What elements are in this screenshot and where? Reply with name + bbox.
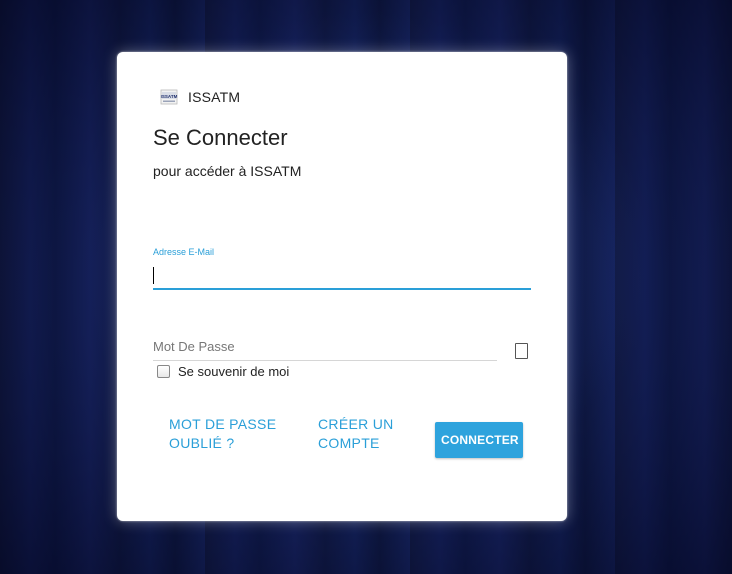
brand-name: ISSATM: [188, 89, 241, 105]
password-field[interactable]: [153, 332, 497, 361]
email-field[interactable]: [153, 262, 531, 290]
remember-me[interactable]: Se souvenir de moi: [157, 364, 289, 379]
login-card: ISSATM ISSATM Se Connecter pour accéder …: [117, 52, 567, 521]
logo-text: ISSATM: [161, 94, 178, 99]
page-title: Se Connecter: [153, 125, 288, 150]
text-cursor: [153, 267, 154, 284]
page-subtitle: pour accéder à ISSATM: [153, 163, 302, 179]
email-field-group: Adresse E-Mail: [153, 247, 531, 290]
forgot-password-link[interactable]: MOT DE PASSE OUBLIÉ ?: [169, 415, 287, 453]
password-field-group: [153, 332, 497, 361]
brand-header: ISSATM ISSATM: [160, 88, 240, 106]
email-label: Adresse E-Mail: [153, 247, 215, 257]
remember-me-label: Se souvenir de moi: [178, 364, 290, 379]
create-account-link[interactable]: CRÉER UN COMPTE: [318, 415, 408, 453]
issatm-logo-icon: ISSATM: [160, 89, 178, 105]
show-password-icon[interactable]: [515, 343, 528, 359]
remember-me-checkbox[interactable]: [157, 365, 170, 378]
connect-button[interactable]: CONNECTER: [435, 422, 523, 458]
